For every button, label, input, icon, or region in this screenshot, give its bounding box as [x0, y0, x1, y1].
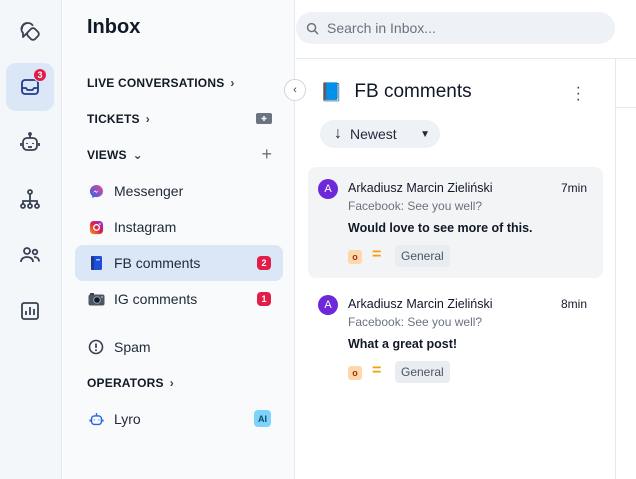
message-preview: What a great post!	[348, 337, 458, 351]
message-preview: Would love to see more of this.	[348, 221, 533, 235]
conversation-item[interactable]: A Arkadiusz Marcin Zieliński 8min Facebo…	[308, 283, 603, 394]
robot-icon	[20, 132, 40, 151]
section-operators[interactable]: OPERATORS ›	[87, 376, 174, 390]
timestamp: 7min	[560, 181, 587, 195]
nav-item-label: Messenger	[114, 183, 184, 199]
blue-book-icon	[87, 254, 105, 272]
messenger-icon	[87, 182, 105, 200]
section-views[interactable]: VIEWS ⌄	[87, 148, 143, 162]
avatar: A	[318, 179, 338, 199]
more-options-icon[interactable]: · · ·	[576, 80, 581, 108]
instagram-icon	[87, 218, 105, 236]
alert-circle-icon	[87, 338, 105, 356]
section-label: OPERATORS	[87, 376, 164, 390]
nav-item-label: FB comments	[114, 255, 201, 271]
icon-rail: 3	[0, 0, 62, 479]
rail-bots-button[interactable]	[6, 119, 54, 167]
list-title: FB comments	[354, 81, 472, 102]
collapse-sidebar-button[interactable]: ‹	[284, 79, 306, 101]
timestamp: 8min	[560, 297, 587, 311]
nav-item-ig-comments[interactable]: IG comments 1	[75, 281, 283, 317]
section-label: VIEWS	[87, 148, 127, 162]
rail-flows-button[interactable]	[6, 175, 54, 223]
inbox-nav: Inbox LIVE CONVERSATIONS › TICKETS › VIE…	[63, 0, 295, 479]
section-tickets[interactable]: TICKETS ›	[87, 112, 150, 126]
medium-priority-icon: =	[372, 246, 382, 263]
tag-general[interactable]: General	[395, 361, 450, 383]
conversation-list-panel: 📘 FB comments · · · ↓ Newest ▼ A Arkadiusz…	[296, 58, 616, 479]
search-icon	[306, 22, 319, 34]
section-label: TICKETS	[87, 112, 140, 126]
contact-name: Arkadiusz Marcin Zieliński	[348, 297, 493, 311]
chevron-left-icon: ‹	[293, 84, 297, 96]
nav-item-label: Lyro	[114, 411, 141, 427]
nav-item-fb-comments[interactable]: FB comments 2	[75, 245, 283, 281]
contact-name: Arkadiusz Marcin Zieliński	[348, 181, 493, 195]
rail-conversations-button[interactable]	[6, 7, 54, 55]
list-header: 📘 FB comments	[320, 81, 472, 103]
lyro-bot-icon	[87, 410, 105, 428]
nav-item-messenger[interactable]: Messenger	[75, 173, 283, 209]
chevron-right-icon: ›	[145, 112, 150, 126]
avatar: A	[318, 295, 338, 315]
nav-item-label: Spam	[114, 339, 151, 355]
rail-contacts-button[interactable]	[6, 231, 54, 279]
chevron-right-icon: ›	[169, 376, 174, 390]
medium-priority-icon: =	[372, 362, 382, 379]
users-icon	[20, 247, 40, 263]
arrow-down-icon: ↓	[334, 125, 342, 142]
caret-down-icon: ▼	[420, 128, 430, 140]
section-label: LIVE CONVERSATIONS	[87, 76, 225, 90]
inbox-badge: 3	[33, 68, 47, 82]
ticket-icon[interactable]	[256, 112, 272, 130]
blue-book-icon: 📘	[320, 81, 343, 102]
bar-chart-icon	[21, 302, 39, 320]
chat-bubbles-icon	[20, 22, 40, 41]
sort-label: Newest	[350, 126, 397, 142]
flow-tree-icon	[20, 189, 40, 209]
nav-item-label: Instagram	[114, 219, 177, 235]
rail-inbox-button[interactable]: 3	[6, 63, 54, 111]
add-view-plus-icon[interactable]: +	[261, 144, 272, 165]
conversation-item[interactable]: A Arkadiusz Marcin Zieliński 7min Facebo…	[308, 167, 603, 278]
unread-count-badge: 2	[257, 256, 271, 270]
nav-item-label: IG comments	[114, 291, 198, 307]
nav-item-lyro[interactable]: Lyro AI	[75, 401, 283, 437]
nav-item-instagram[interactable]: Instagram	[75, 209, 283, 245]
sort-dropdown[interactable]: ↓ Newest ▼	[320, 120, 440, 148]
ai-badge: AI	[254, 410, 271, 427]
nav-item-spam[interactable]: Spam	[75, 329, 283, 365]
priority-badge: o	[348, 366, 362, 380]
search-bar[interactable]	[296, 12, 615, 44]
camera-icon	[87, 290, 105, 308]
page-title: Inbox	[87, 16, 141, 38]
chevron-right-icon: ›	[230, 76, 235, 90]
unread-count-badge: 1	[257, 292, 271, 306]
conversation-detail-panel	[616, 58, 636, 479]
rail-analytics-button[interactable]	[6, 287, 54, 335]
message-source: Facebook: See you well?	[348, 315, 483, 329]
priority-badge: o	[348, 250, 362, 264]
divider	[616, 107, 636, 108]
section-live-conversations[interactable]: LIVE CONVERSATIONS ›	[87, 76, 235, 90]
message-source: Facebook: See you well?	[348, 199, 483, 213]
tag-general[interactable]: General	[395, 245, 450, 267]
search-input[interactable]	[327, 20, 587, 36]
chevron-down-icon: ⌄	[132, 148, 143, 162]
